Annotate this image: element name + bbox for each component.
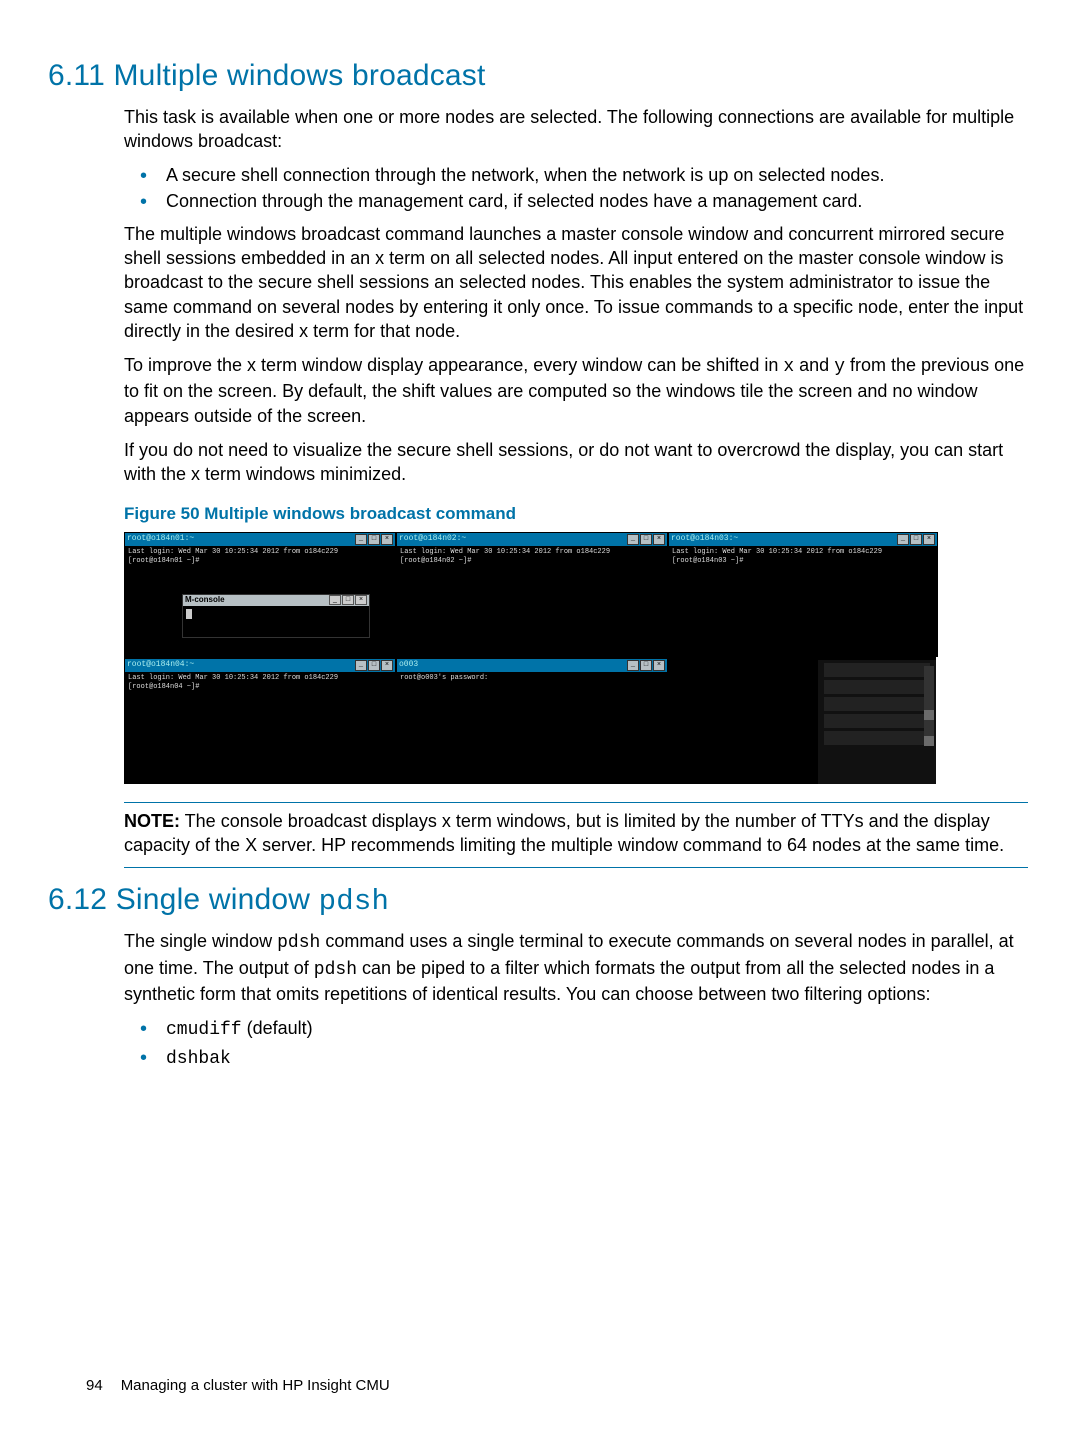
section-6-11-bullets: A secure shell connection through the ne…	[124, 163, 1028, 214]
m-console-window: M-console _□×	[182, 594, 370, 638]
xterm-title: o003	[399, 660, 418, 671]
bullet-item: A secure shell connection through the ne…	[124, 163, 1028, 187]
window-controls: _□×	[897, 534, 935, 545]
page-footer: 94 Managing a cluster with HP Insight CMU	[86, 1376, 390, 1396]
inline-code-pdsh: pdsh	[314, 960, 357, 980]
text: The single window	[124, 931, 277, 951]
inline-code-pdsh: pdsh	[277, 933, 320, 953]
maximize-icon: □	[368, 660, 380, 671]
maximize-icon: □	[368, 534, 380, 545]
section-6-12-bullets: cmudiff (default) dshbak	[124, 1016, 1028, 1071]
close-icon: ×	[653, 660, 665, 671]
xterm-title: root@o184n03:~	[671, 534, 738, 545]
inline-code-cmudiff: cmudiff	[166, 1020, 242, 1040]
xterm-window: root@o184n04:~ _□× Last login: Wed Mar 3…	[124, 658, 396, 784]
inline-code-x: x	[783, 357, 794, 377]
heading-code: pdsh	[319, 885, 389, 918]
figure-50-caption: Figure 50 Multiple windows broadcast com…	[124, 503, 1028, 526]
note-label: NOTE:	[124, 811, 180, 831]
note-separator-top	[124, 802, 1028, 803]
xterm-title: root@o184n01:~	[127, 534, 194, 545]
close-icon: ×	[381, 660, 393, 671]
xterm-title: root@o184n04:~	[127, 660, 194, 671]
footer-title: Managing a cluster with HP Insight CMU	[121, 1377, 390, 1394]
xterm-titlebar: root@o184n01:~ _□×	[125, 533, 395, 546]
minimize-icon: _	[627, 534, 639, 545]
xterm-titlebar: root@o184n03:~ _□×	[669, 533, 937, 546]
note-text: The console broadcast displays x term wi…	[124, 811, 1004, 855]
bullet-item: Connection through the management card, …	[124, 189, 1028, 213]
page-number: 94	[86, 1377, 103, 1394]
section-6-12-heading: 6.12 Single window pdsh	[48, 880, 1032, 921]
close-icon: ×	[355, 595, 367, 605]
xterm-title: root@o184n02:~	[399, 534, 466, 545]
xterm-titlebar: root@o184n02:~ _□×	[397, 533, 667, 546]
xterm-body: Last login: Wed Mar 30 10:25:34 2012 fro…	[125, 546, 395, 569]
xterm-body: Last login: Wed Mar 30 10:25:34 2012 fro…	[397, 546, 667, 569]
window-controls: _□×	[627, 534, 665, 545]
xterm-window: root@o184n02:~ _□× Last login: Wed Mar 3…	[396, 532, 668, 657]
m-console-title: M-console	[185, 595, 225, 606]
window-controls: _□×	[355, 534, 393, 545]
close-icon: ×	[381, 534, 393, 545]
minimize-icon: _	[329, 595, 341, 605]
bullet-item: cmudiff (default)	[124, 1016, 1028, 1042]
cursor-block	[186, 609, 192, 619]
heading-text: 6.12 Single window	[48, 883, 319, 916]
inline-code-dshbak: dshbak	[166, 1049, 231, 1069]
note-separator-bottom	[124, 867, 1028, 868]
section-6-11-p2: The multiple windows broadcast command l…	[124, 222, 1028, 343]
section-6-11-p3: To improve the x term window display app…	[124, 353, 1028, 428]
window-controls: _□×	[329, 595, 367, 605]
xterm-body: Last login: Wed Mar 30 10:25:34 2012 fro…	[125, 672, 395, 695]
section-6-12-p1: The single window pdsh command uses a si…	[124, 929, 1028, 1006]
section-6-11-heading: 6.11 Multiple windows broadcast	[48, 56, 1032, 97]
section-6-11-intro: This task is available when one or more …	[124, 105, 1028, 154]
xterm-window: o003 _□× root@o003's password:	[396, 658, 668, 784]
section-6-11-p4: If you do not need to visualize the secu…	[124, 438, 1028, 487]
xterm-body: root@o003's password:	[397, 672, 667, 685]
maximize-icon: □	[910, 534, 922, 545]
xterm-titlebar: o003 _□×	[397, 659, 667, 672]
close-icon: ×	[923, 534, 935, 545]
text: To improve the x term window display app…	[124, 355, 783, 375]
minimize-icon: _	[897, 534, 909, 545]
xterm-window: root@o184n03:~ _□× Last login: Wed Mar 3…	[668, 532, 938, 657]
window-controls: _□×	[627, 660, 665, 671]
maximize-icon: □	[640, 534, 652, 545]
text: and	[794, 355, 834, 375]
figure-50-image: root@o184n01:~ _□× Last login: Wed Mar 3…	[124, 532, 936, 784]
text: (default)	[242, 1018, 313, 1038]
minimize-icon: _	[355, 534, 367, 545]
note-block: NOTE: The console broadcast displays x t…	[124, 809, 1028, 858]
close-icon: ×	[653, 534, 665, 545]
bullet-item: dshbak	[124, 1045, 1028, 1071]
xterm-body: Last login: Wed Mar 30 10:25:34 2012 fro…	[669, 546, 937, 569]
window-controls: _□×	[355, 660, 393, 671]
inline-code-y: y	[834, 357, 845, 377]
side-panel	[818, 660, 936, 784]
scrollbar	[924, 666, 934, 746]
minimize-icon: _	[355, 660, 367, 671]
minimize-icon: _	[627, 660, 639, 671]
xterm-titlebar: root@o184n04:~ _□×	[125, 659, 395, 672]
maximize-icon: □	[640, 660, 652, 671]
maximize-icon: □	[342, 595, 354, 605]
